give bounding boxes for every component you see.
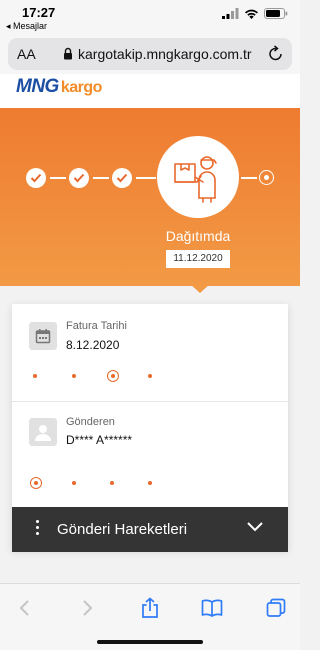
pager-dot[interactable] xyxy=(72,481,76,485)
delivery-status: Dağıtımda xyxy=(165,228,231,244)
step-connector xyxy=(50,177,66,179)
browser-address-area: AA kargotakip.mngkargo.com.tr xyxy=(0,34,300,74)
tracking-hero xyxy=(0,108,300,286)
user-icon-box xyxy=(29,418,57,446)
sender-value: D**** A****** xyxy=(66,433,133,447)
hero-pointer xyxy=(190,284,210,293)
pager-dot-active[interactable] xyxy=(107,370,119,382)
text-size-label: AA xyxy=(17,46,36,62)
calendar-icon-box xyxy=(29,322,57,350)
system-icons xyxy=(222,8,288,19)
pager-dot[interactable] xyxy=(110,481,114,485)
step-connector xyxy=(93,177,109,179)
site-header: MNG kargo xyxy=(0,74,300,108)
step-pending-dot xyxy=(264,175,269,180)
card-divider xyxy=(12,401,288,402)
share-button[interactable] xyxy=(138,596,162,620)
chevron-left-icon xyxy=(19,600,29,616)
chevron-right-icon xyxy=(83,600,93,616)
step-completed-2 xyxy=(69,168,89,188)
kebab-icon xyxy=(36,520,40,535)
url-text[interactable]: kargotakip.mngkargo.com.tr xyxy=(78,46,252,62)
step-completed-3 xyxy=(112,168,132,188)
wifi-icon xyxy=(245,9,258,19)
status-bar: 17:27 ◂ Mesajlar xyxy=(0,0,300,34)
pager-dot[interactable] xyxy=(148,481,152,485)
current-step xyxy=(157,136,239,218)
pager-dot[interactable] xyxy=(72,374,76,378)
address-bar[interactable]: AA kargotakip.mngkargo.com.tr xyxy=(8,38,292,70)
step-connector xyxy=(136,177,156,179)
clock: 17:27 xyxy=(22,5,56,20)
courier-icon xyxy=(174,156,217,203)
screen: 17:27 ◂ Mesajlar AA kargotakip.mngkargo.… xyxy=(0,0,300,650)
check-icon xyxy=(116,173,128,183)
lock-icon xyxy=(64,47,72,60)
forward-button[interactable] xyxy=(76,596,100,620)
user-icon xyxy=(35,425,51,441)
step-completed-1 xyxy=(26,168,46,188)
pager-dot[interactable] xyxy=(148,374,152,378)
step-connector xyxy=(241,177,257,179)
logo-mng: MNG xyxy=(16,76,59,97)
site-logo[interactable]: MNG kargo xyxy=(16,76,102,98)
check-icon xyxy=(30,173,42,183)
check-icon xyxy=(73,173,85,183)
back-button[interactable] xyxy=(12,596,36,620)
share-icon xyxy=(142,597,158,618)
home-indicator[interactable] xyxy=(97,640,203,644)
text-size-button[interactable]: AA xyxy=(17,46,36,62)
battery-icon xyxy=(264,8,288,19)
bookmarks-icon xyxy=(201,599,223,617)
calendar-icon xyxy=(35,329,51,344)
sender-label: Gönderen xyxy=(66,416,115,428)
status-date: 11.12.2020 xyxy=(166,250,230,268)
bookmarks-button[interactable] xyxy=(200,596,224,620)
shipment-movements-toggle[interactable]: Gönderi Hareketleri xyxy=(12,507,288,552)
invoice-date-value: 8.12.2020 xyxy=(66,338,120,352)
shipment-movements-label: Gönderi Hareketleri xyxy=(57,521,188,538)
pager-dot-active[interactable] xyxy=(30,477,42,489)
logo-kargo: kargo xyxy=(60,79,103,96)
invoice-date-label: Fatura Tarihi xyxy=(66,320,127,332)
signal-icon xyxy=(222,8,239,19)
reload-icon[interactable] xyxy=(268,45,284,62)
pager-dot[interactable] xyxy=(33,374,37,378)
back-to-app-link[interactable]: ◂ Mesajlar xyxy=(6,21,47,32)
tabs-button[interactable] xyxy=(264,596,288,620)
tabs-icon xyxy=(266,598,286,617)
step-pending xyxy=(259,170,274,185)
chevron-down-icon xyxy=(247,522,263,532)
